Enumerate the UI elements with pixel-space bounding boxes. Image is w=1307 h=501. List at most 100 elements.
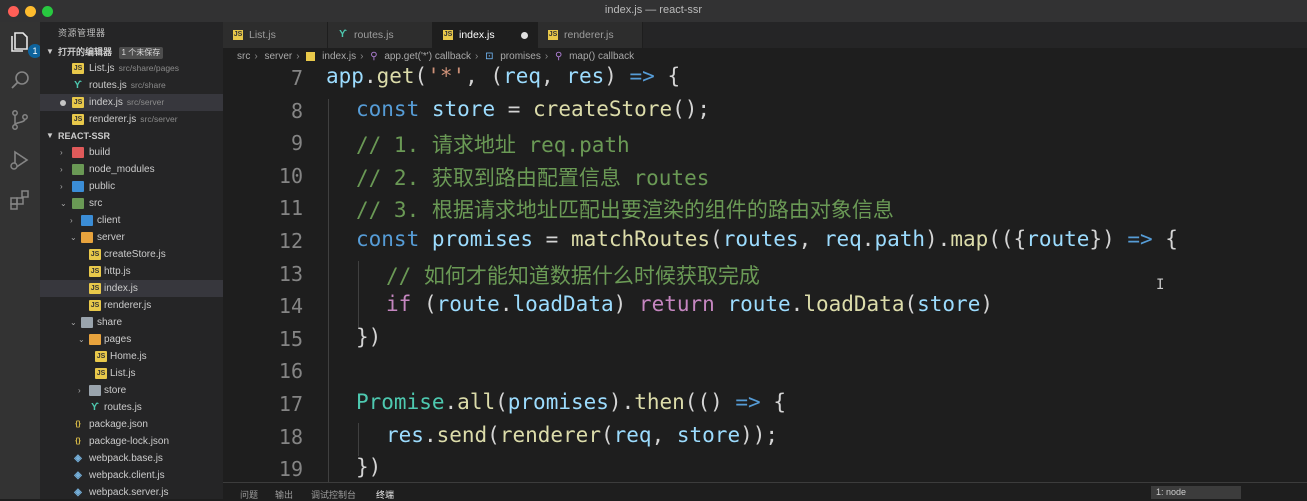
- code-token: then: [634, 390, 685, 414]
- tree-label: index.js: [104, 283, 138, 294]
- tree-file[interactable]: ϒroutes.js: [40, 399, 223, 416]
- open-editor-item[interactable]: JS renderer.js src/server: [40, 111, 223, 128]
- file-name: List.js: [89, 63, 115, 74]
- code-line[interactable]: const store = createStore();: [356, 97, 710, 121]
- code-token: app: [326, 66, 364, 88]
- code-line[interactable]: Promise.all(promises).then(() => {: [356, 390, 786, 414]
- explorer-header: 资源管理器: [58, 28, 106, 38]
- line-number: 8: [290, 98, 303, 123]
- folder-icon: [72, 181, 84, 192]
- breadcrumb-item[interactable]: server: [264, 51, 292, 62]
- code-token: Promise: [356, 390, 445, 414]
- search-icon[interactable]: [8, 68, 32, 92]
- tree-folder-share[interactable]: ⌄ share: [40, 314, 223, 331]
- code-line[interactable]: app.get('*', (req, res) => {: [326, 66, 680, 88]
- breadcrumb-item[interactable]: promises: [500, 51, 541, 62]
- chevron-right-icon: ›: [70, 216, 73, 225]
- tab-terminal[interactable]: 终端: [376, 488, 394, 501]
- code-token: .: [444, 390, 458, 414]
- breadcrumb-item[interactable]: index.js: [322, 51, 356, 62]
- code-token: all: [457, 390, 496, 414]
- code-line[interactable]: // 2. 获取到路由配置信息 routes: [356, 162, 709, 192]
- webpack-file-icon: ◈: [74, 470, 82, 481]
- tree-file-selected[interactable]: JS index.js: [40, 280, 223, 297]
- tab-problems[interactable]: 问题: [240, 488, 258, 501]
- file-path: src/share/pages: [118, 63, 180, 73]
- js-file-icon: JS: [89, 300, 101, 311]
- code-token: ,: [541, 66, 567, 88]
- source-control-icon[interactable]: [8, 108, 32, 132]
- code-line[interactable]: res.send(renderer(req, store));: [386, 423, 778, 447]
- open-editors-section[interactable]: ▼ 打开的编辑器 1 个未保存: [40, 44, 223, 60]
- tree-file[interactable]: JS List.js: [40, 365, 223, 382]
- tree-file[interactable]: ◈ webpack.client.js: [40, 467, 223, 484]
- tree-folder-build[interactable]: › build: [40, 144, 223, 161]
- tree-folder-server[interactable]: ⌄ server: [40, 229, 223, 246]
- code-line[interactable]: // 3. 根据请求地址匹配出要渲染的组件的路由对象信息: [356, 194, 894, 224]
- symbol-variable-icon: ⊡: [485, 51, 494, 62]
- tab-debug-console[interactable]: 调试控制台: [311, 488, 356, 501]
- code-line[interactable]: // 1. 请求地址 req.path: [356, 129, 630, 159]
- breadcrumb-item[interactable]: app.get('*') callback: [384, 51, 471, 62]
- code-token: req: [503, 66, 541, 88]
- code-token: (: [710, 227, 723, 251]
- code-token: (: [414, 66, 428, 88]
- tree-folder-node-modules[interactable]: › node_modules: [40, 161, 223, 178]
- line-number: 12: [278, 229, 303, 253]
- tree-folder-src[interactable]: ⌄ src: [40, 195, 223, 212]
- folder-open-icon: [89, 334, 101, 345]
- tree-file[interactable]: {} package.json: [40, 416, 223, 433]
- tree-label: client: [97, 215, 121, 226]
- tree-file[interactable]: ◈ webpack.base.js: [40, 450, 223, 467]
- code-editor[interactable]: I 7 app.get('*', (req, res) => {8 const st…: [223, 66, 1307, 482]
- code-line[interactable]: }): [356, 455, 381, 479]
- folder-open-icon: [72, 198, 84, 209]
- unsaved-dot-icon[interactable]: [521, 32, 528, 39]
- tab-index-js[interactable]: JS index.js: [433, 22, 538, 48]
- tree-folder-client[interactable]: › client: [40, 212, 223, 229]
- code-line[interactable]: // 如何才能知道数据什么时候获取完成: [386, 260, 760, 290]
- code-token: ((): [684, 390, 736, 414]
- breadcrumb-item[interactable]: src: [237, 51, 250, 62]
- breadcrumb: src › server › index.js › ⚲ app.get('*') ca…: [223, 48, 1307, 66]
- code-token: route: [727, 292, 791, 317]
- tree-file[interactable]: ◈ webpack.server.js: [40, 484, 223, 499]
- tab-list-js[interactable]: JS List.js: [223, 22, 328, 48]
- code-line[interactable]: if (route.loadData) return route.loadDat…: [386, 292, 993, 316]
- breadcrumb-item[interactable]: map() callback: [569, 51, 634, 62]
- code-token: =>: [629, 66, 655, 88]
- js-file-icon: JS: [443, 30, 453, 40]
- tree-folder-public[interactable]: › public: [40, 178, 223, 195]
- tree-file[interactable]: JS Home.js: [40, 348, 223, 365]
- extensions-icon[interactable]: [8, 188, 32, 212]
- open-editor-item[interactable]: ϒ routes.js src/share: [40, 77, 223, 94]
- explorer-icon[interactable]: 1: [8, 30, 42, 58]
- code-token: .: [363, 66, 377, 88]
- terminal-select[interactable]: 1: node: [1151, 486, 1241, 499]
- open-editor-item[interactable]: JS List.js src/share/pages: [40, 60, 223, 77]
- tree-folder-store[interactable]: › store: [40, 382, 223, 399]
- line-number: 15: [278, 326, 303, 351]
- tree-file[interactable]: JS renderer.js: [40, 297, 223, 314]
- tree-file[interactable]: {} package-lock.json: [40, 433, 223, 450]
- js-file-icon: JS: [233, 30, 243, 40]
- run-debug-icon[interactable]: [8, 148, 32, 172]
- code-token: {: [654, 66, 681, 88]
- code-line[interactable]: }): [356, 325, 381, 349]
- open-editor-item-active[interactable]: JS index.js src/server: [40, 94, 223, 111]
- code-line[interactable]: const promises = matchRoutes(routes, req…: [356, 227, 1178, 251]
- tree-file[interactable]: JS http.js: [40, 263, 223, 280]
- js-file-icon: JS: [89, 283, 101, 294]
- project-section[interactable]: ▼ REACT-SSR: [40, 128, 223, 144]
- line-number: 17: [278, 392, 303, 416]
- chevron-down-icon: ⌄: [60, 199, 67, 208]
- line-number: 13: [278, 261, 303, 286]
- explorer-sidebar: 资源管理器 ▼ 打开的编辑器 1 个未保存 JS List.js src/shar…: [40, 22, 223, 499]
- tab-routes-js[interactable]: ϒ routes.js: [328, 22, 433, 48]
- tree-file[interactable]: JS createStore.js: [40, 246, 223, 263]
- tree-folder-pages[interactable]: ⌄ pages: [40, 331, 223, 348]
- tab-renderer-js[interactable]: JS renderer.js: [538, 22, 643, 48]
- js-file-icon: JS: [95, 368, 107, 379]
- tab-output[interactable]: 输出: [275, 488, 293, 501]
